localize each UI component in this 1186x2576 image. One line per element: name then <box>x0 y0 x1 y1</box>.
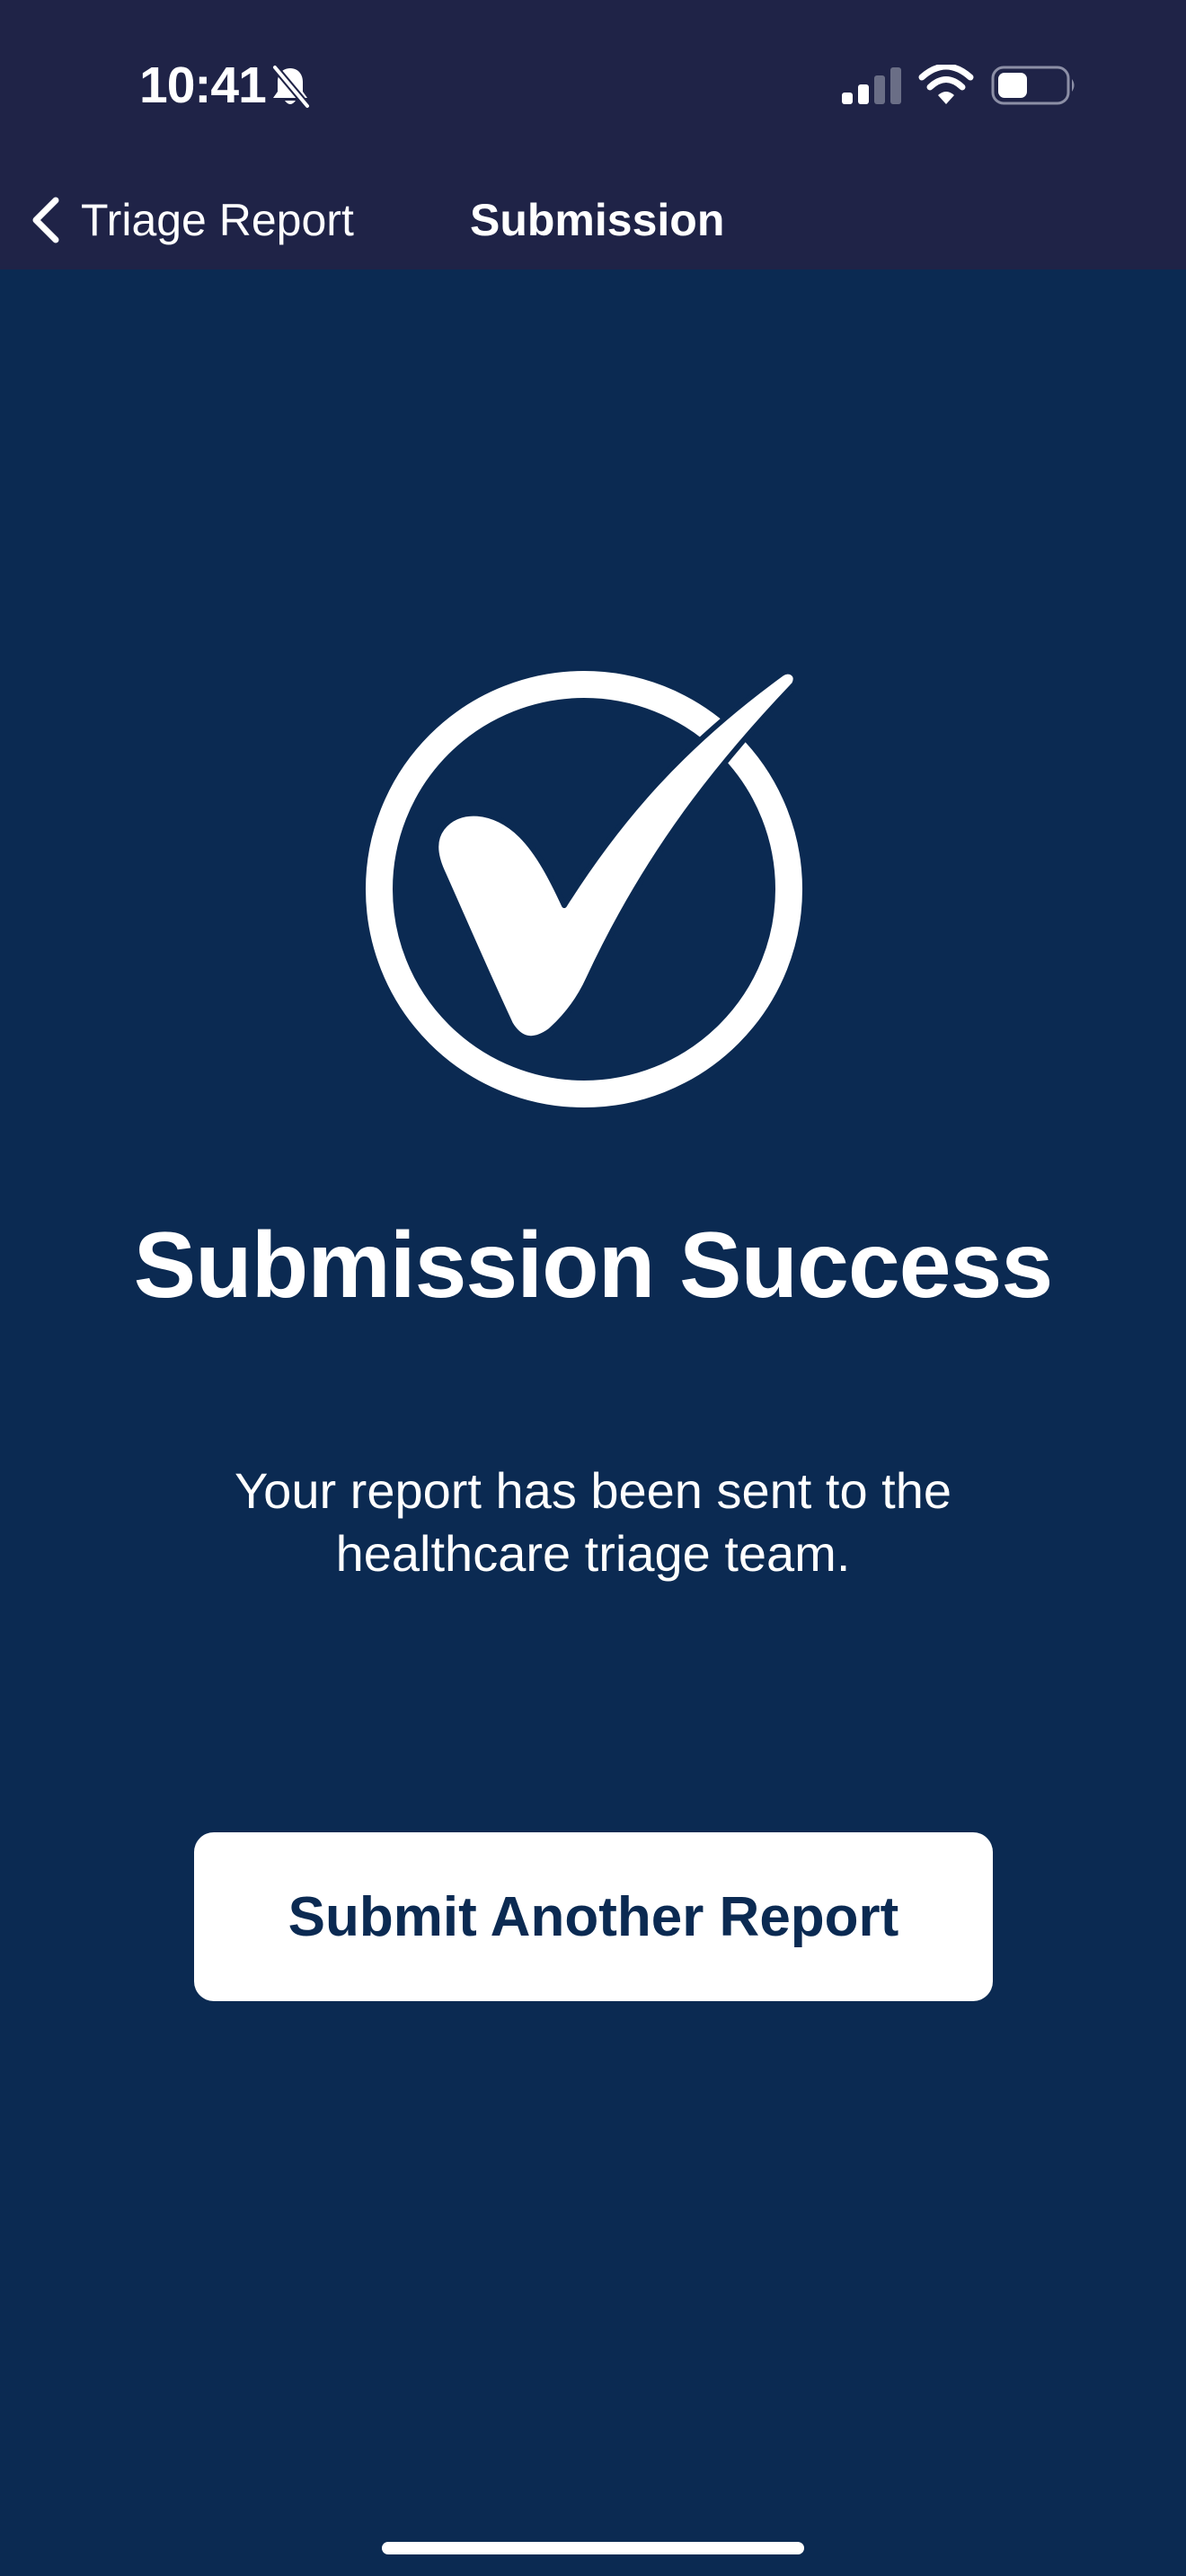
battery-icon <box>991 66 1075 105</box>
chevron-left-icon <box>32 197 59 243</box>
status-time: 10:41 <box>139 57 267 114</box>
page-title: Submission <box>470 195 725 245</box>
home-indicator[interactable] <box>382 2542 804 2554</box>
submit-another-report-label: Submit Another Report <box>288 1885 899 1948</box>
success-heading: Submission Success <box>133 1213 1053 1318</box>
cellular-signal-icon <box>842 67 901 104</box>
wifi-icon <box>918 65 974 104</box>
mute-bell-icon <box>271 65 311 109</box>
status-bar: 10:41 <box>0 0 1186 171</box>
back-button-label: Triage Report <box>81 195 354 245</box>
submit-another-report-button[interactable]: Submit Another Report <box>194 1832 993 2001</box>
success-message: Your report has been sent to the healthc… <box>234 1462 952 1582</box>
navigation-bar: Triage Report Submission <box>0 171 1186 269</box>
top-bar: 10:41 Triage Report Submission <box>0 0 1186 269</box>
check-circle-icon <box>366 668 802 1107</box>
back-button[interactable]: Triage Report <box>27 171 354 269</box>
